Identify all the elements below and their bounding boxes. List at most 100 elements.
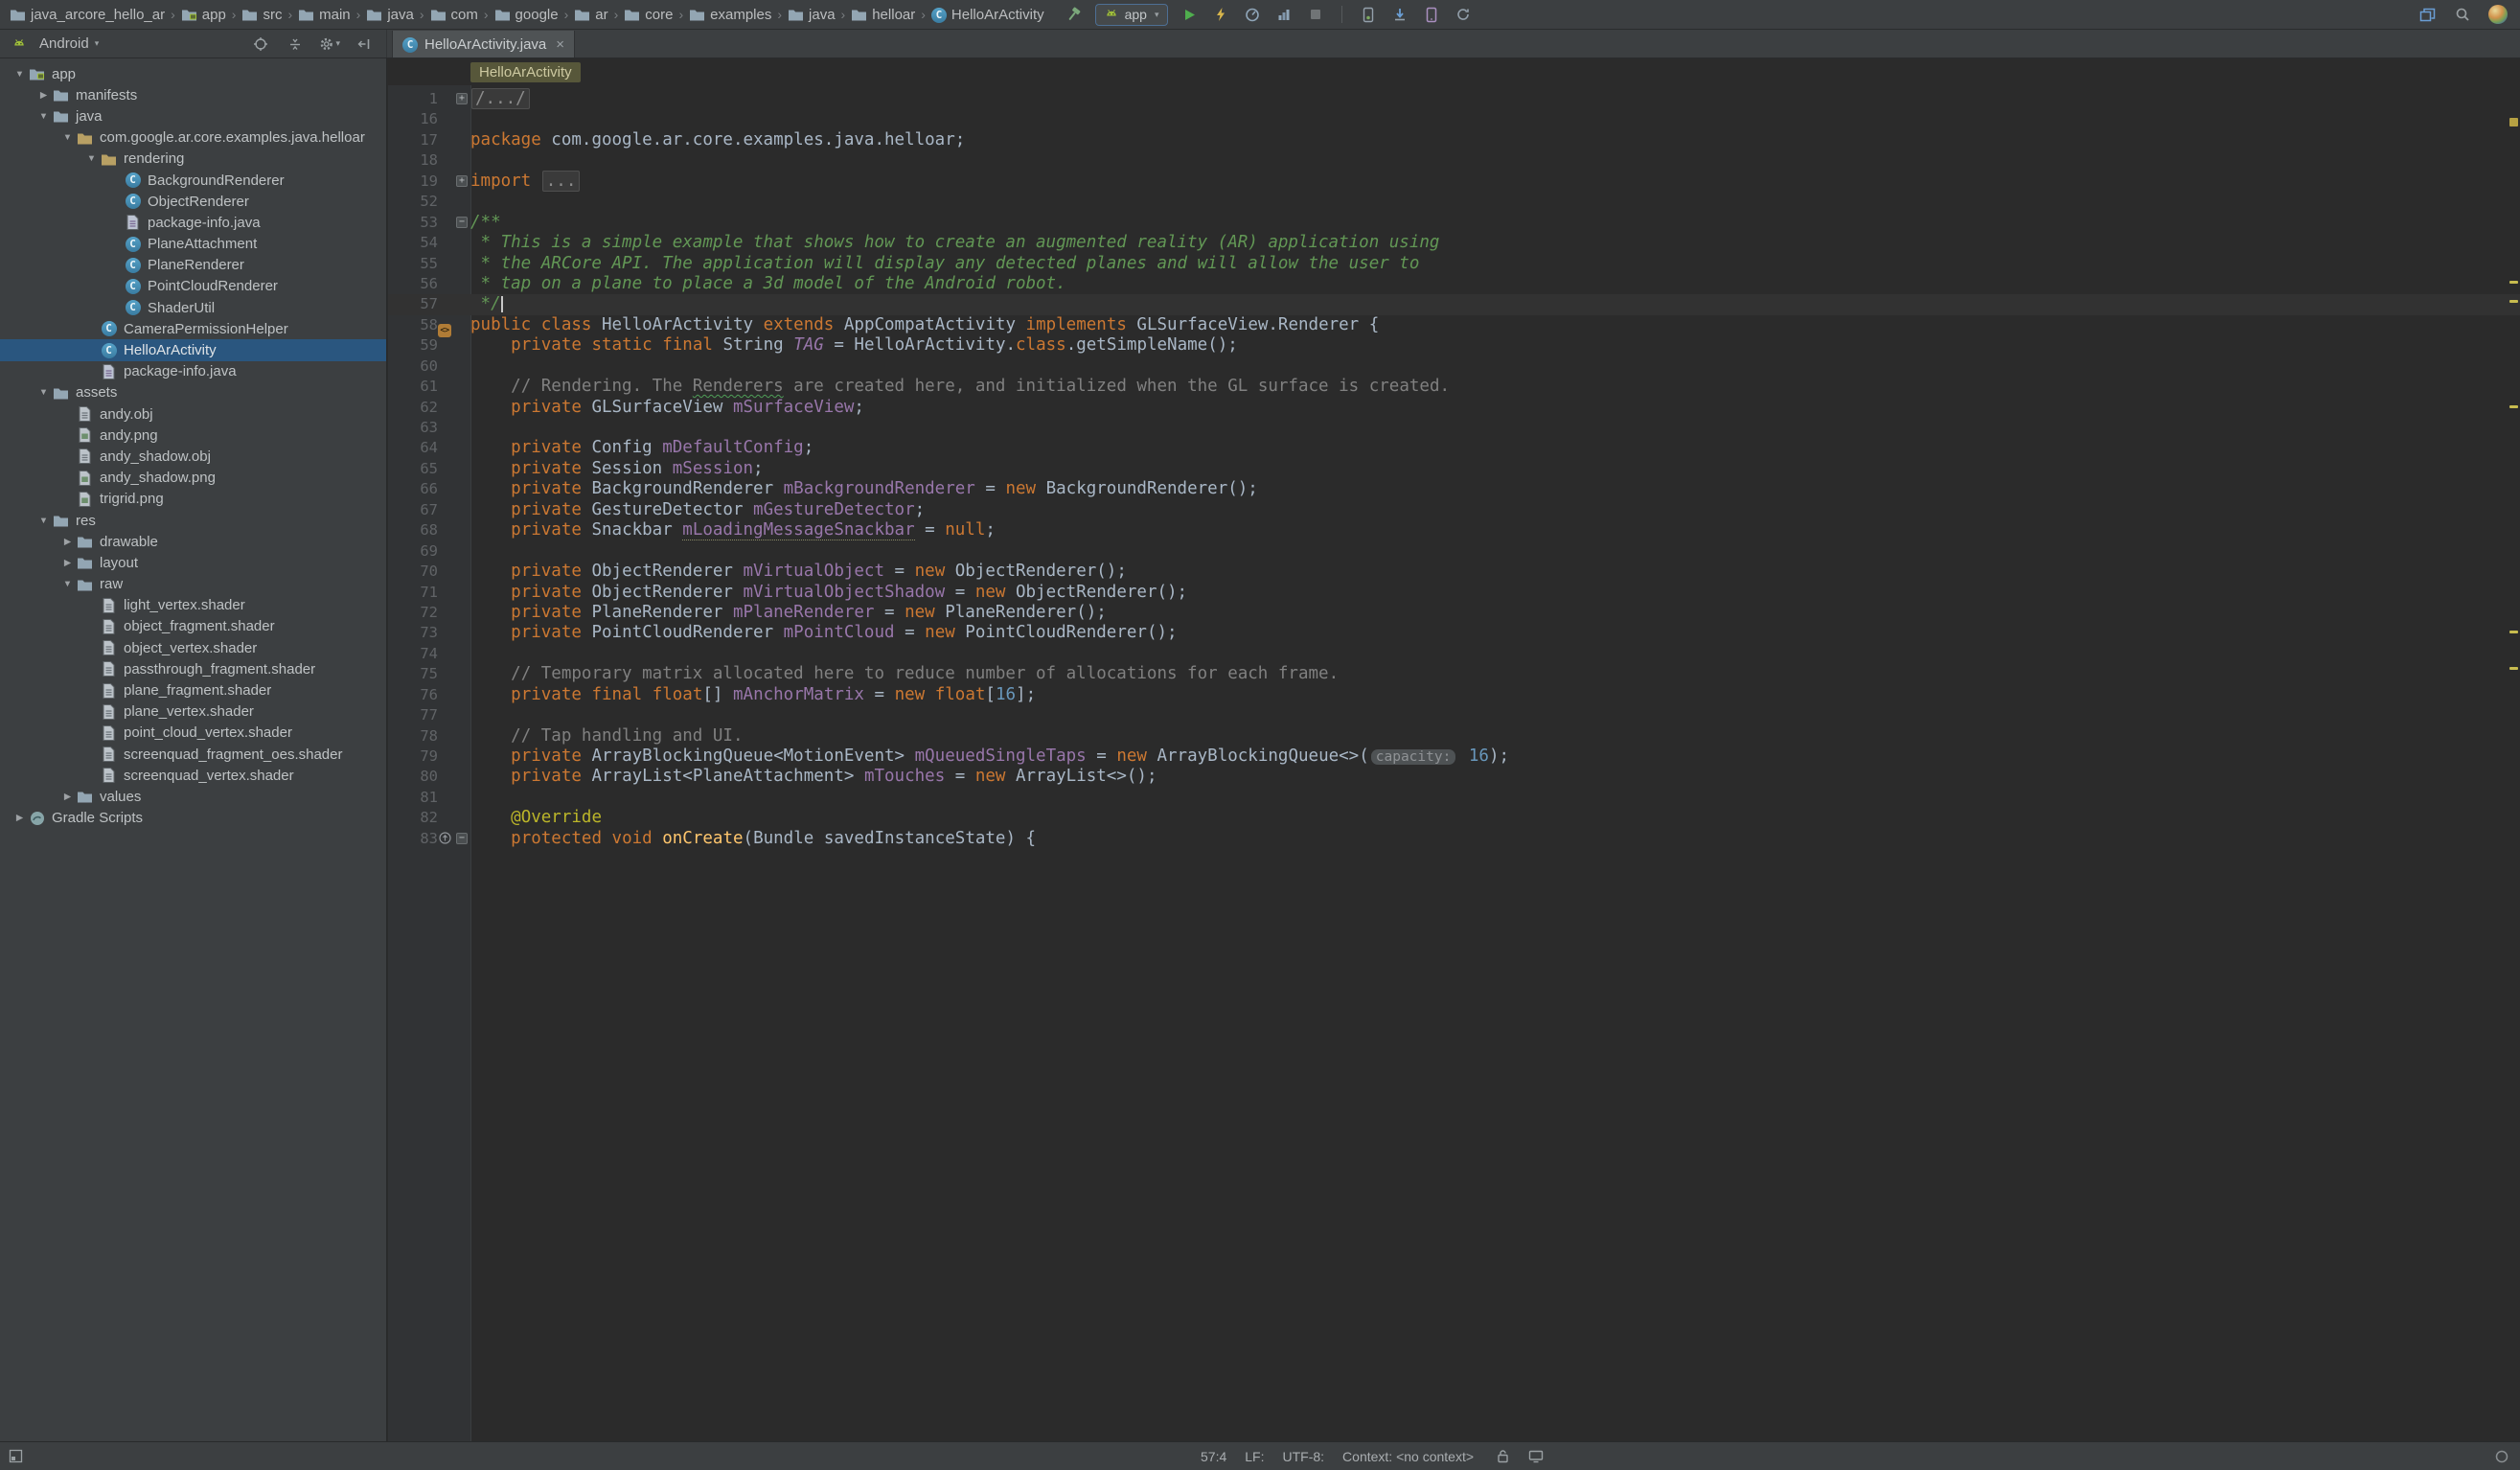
warning-stripe-mark[interactable] xyxy=(2509,631,2518,633)
tree-item-assets[interactable]: ▼assets xyxy=(0,382,386,403)
warning-stripe-mark[interactable] xyxy=(2509,667,2518,670)
code-line-60[interactable]: 60 xyxy=(388,356,2520,377)
breadcrumb-class-chip[interactable]: HelloArActivity xyxy=(470,62,581,82)
code-line-1[interactable]: 1+/.../ xyxy=(388,89,2520,109)
tree-item-planerenderer[interactable]: CPlaneRenderer xyxy=(0,255,386,276)
collapse-all-icon[interactable] xyxy=(285,34,306,55)
tree-item-pointcloudrenderer[interactable]: CPointCloudRenderer xyxy=(0,276,386,297)
run-button-icon[interactable] xyxy=(1179,4,1200,25)
breadcrumb-item-java[interactable]: java xyxy=(788,7,836,23)
breadcrumb-item-app[interactable]: app xyxy=(181,7,226,23)
code-line-83[interactable]: 83− protected void onCreate(Bundle saved… xyxy=(388,829,2520,849)
code-line-65[interactable]: 65 private Session mSession; xyxy=(388,459,2520,479)
hide-panel-icon[interactable] xyxy=(354,34,375,55)
caret-position[interactable]: 57:4 xyxy=(1201,1449,1226,1464)
background-tasks-icon[interactable] xyxy=(2494,1449,2509,1464)
warning-stripe-mark[interactable] xyxy=(2509,405,2518,408)
code-line-77[interactable]: 77 xyxy=(388,705,2520,725)
breadcrumb-item-main[interactable]: main xyxy=(298,7,351,23)
tree-item-object-vertex-shader[interactable]: object_vertex.shader xyxy=(0,637,386,658)
screen-share-icon[interactable] xyxy=(1525,1446,1546,1467)
code-line-82[interactable]: 82 @Override xyxy=(388,808,2520,828)
search-everywhere-icon[interactable] xyxy=(2452,4,2473,25)
tree-item-gradle-scripts[interactable]: ▶Gradle Scripts xyxy=(0,808,386,829)
code-line-17[interactable]: 17package com.google.ar.core.examples.ja… xyxy=(388,130,2520,150)
tree-expanded-arrow-icon[interactable]: ▼ xyxy=(35,111,52,122)
code-line-67[interactable]: 67 private GestureDetector mGestureDetec… xyxy=(388,500,2520,520)
code-line-58[interactable]: 58<>public class HelloArActivity extends… xyxy=(388,315,2520,335)
code-line-55[interactable]: 55 * the ARCore API. The application wil… xyxy=(388,254,2520,274)
code-line-54[interactable]: 54 * This is a simple example that shows… xyxy=(388,233,2520,253)
tree-collapsed-arrow-icon[interactable]: ▶ xyxy=(59,537,76,547)
error-stripe[interactable] xyxy=(2508,85,2520,1442)
inspections-indicator-icon[interactable] xyxy=(2509,118,2518,126)
code-line-18[interactable]: 18 xyxy=(388,150,2520,171)
code-line-72[interactable]: 72 private PlaneRenderer mPlaneRenderer … xyxy=(388,603,2520,623)
tree-item-point-cloud-vertex-shader[interactable]: point_cloud_vertex.shader xyxy=(0,723,386,744)
tree-collapsed-arrow-icon[interactable]: ▶ xyxy=(59,558,76,568)
tree-item-andy-shadow-png[interactable]: andy_shadow.png xyxy=(0,468,386,489)
tree-collapsed-arrow-icon[interactable]: ▶ xyxy=(35,90,52,101)
tree-item-java[interactable]: ▼java xyxy=(0,105,386,126)
code-line-53[interactable]: 53−/** xyxy=(388,213,2520,233)
line-separator[interactable]: LF: xyxy=(1245,1449,1264,1464)
tree-item-package-info-java[interactable]: package-info.java xyxy=(0,212,386,233)
code-line-71[interactable]: 71 private ObjectRenderer mVirtualObject… xyxy=(388,583,2520,603)
tree-collapsed-arrow-icon[interactable]: ▶ xyxy=(11,813,28,823)
profile-app-icon[interactable] xyxy=(1242,4,1263,25)
tree-item-res[interactable]: ▼res xyxy=(0,510,386,531)
code-line-76[interactable]: 76 private final float[] mAnchorMatrix =… xyxy=(388,685,2520,705)
code-line-57[interactable]: 57 */ xyxy=(388,294,2520,314)
code-line-74[interactable]: 74 xyxy=(388,644,2520,664)
code-line-73[interactable]: 73 private PointCloudRenderer mPointClou… xyxy=(388,623,2520,643)
tree-expanded-arrow-icon[interactable]: ▼ xyxy=(59,132,76,143)
tree-item-andy-obj[interactable]: andy.obj xyxy=(0,403,386,425)
project-view-selector[interactable]: Android xyxy=(39,35,89,52)
layout-windows-icon[interactable] xyxy=(2417,4,2438,25)
breadcrumb-item-helloar[interactable]: helloar xyxy=(851,7,915,23)
code-line-64[interactable]: 64 private Config mDefaultConfig; xyxy=(388,438,2520,458)
profiler-bars-icon[interactable] xyxy=(1273,4,1294,25)
code-line-16[interactable]: 16 xyxy=(388,109,2520,129)
sync-project-icon[interactable] xyxy=(1453,4,1474,25)
code-line-81[interactable]: 81 xyxy=(388,788,2520,808)
breadcrumb-item-google[interactable]: google xyxy=(494,7,559,23)
tree-expanded-arrow-icon[interactable]: ▼ xyxy=(83,153,100,164)
tree-item-planeattachment[interactable]: CPlaneAttachment xyxy=(0,234,386,255)
breadcrumb-item-ar[interactable]: ar xyxy=(574,7,607,23)
tree-item-drawable[interactable]: ▶drawable xyxy=(0,531,386,552)
tree-expanded-arrow-icon[interactable]: ▼ xyxy=(35,516,52,526)
tree-expanded-arrow-icon[interactable]: ▼ xyxy=(35,387,52,398)
tree-item-camerapermissionhelper[interactable]: CCameraPermissionHelper xyxy=(0,318,386,339)
code-line-63[interactable]: 63 xyxy=(388,418,2520,438)
code-line-59[interactable]: 59 private static final String TAG = Hel… xyxy=(388,335,2520,356)
code-line-70[interactable]: 70 private ObjectRenderer mVirtualObject… xyxy=(388,562,2520,582)
code-area[interactable]: 1+/.../1617package com.google.ar.core.ex… xyxy=(388,85,2520,1442)
stop-button-icon[interactable] xyxy=(1305,4,1326,25)
sdk-manager-icon[interactable] xyxy=(1389,4,1410,25)
locate-file-icon[interactable] xyxy=(250,34,271,55)
tree-item-screenquad-fragment-oes-shader[interactable]: screenquad_fragment_oes.shader xyxy=(0,744,386,765)
tree-item-raw[interactable]: ▼raw xyxy=(0,574,386,595)
close-icon[interactable]: × xyxy=(556,36,564,53)
code-line-61[interactable]: 61 // Rendering. The Renderers are creat… xyxy=(388,377,2520,397)
tree-expanded-arrow-icon[interactable]: ▼ xyxy=(11,69,28,80)
code-line-68[interactable]: 68 private Snackbar mLoadingMessageSnack… xyxy=(388,520,2520,540)
file-encoding[interactable]: UTF-8: xyxy=(1282,1449,1324,1464)
apply-changes-icon[interactable] xyxy=(1210,4,1231,25)
breadcrumb-item-core[interactable]: core xyxy=(624,7,673,23)
code-line-75[interactable]: 75 // Temporary matrix allocated here to… xyxy=(388,664,2520,684)
tree-item-app[interactable]: ▼app xyxy=(0,63,386,84)
fold-marker-icon[interactable]: − xyxy=(456,833,468,844)
breadcrumb-item-examples[interactable]: examples xyxy=(689,7,771,23)
tree-item-andy-png[interactable]: andy.png xyxy=(0,425,386,446)
tree-item-manifests[interactable]: ▶manifests xyxy=(0,84,386,105)
tree-item-shaderutil[interactable]: CShaderUtil xyxy=(0,297,386,318)
tree-item-object-fragment-shader[interactable]: object_fragment.shader xyxy=(0,616,386,637)
code-line-52[interactable]: 52 xyxy=(388,192,2520,212)
fold-marker-icon[interactable]: + xyxy=(456,93,468,104)
code-line-66[interactable]: 66 private BackgroundRenderer mBackgroun… xyxy=(388,479,2520,499)
code-line-19[interactable]: 19+import ... xyxy=(388,172,2520,192)
tree-item-values[interactable]: ▶values xyxy=(0,786,386,807)
warning-stripe-mark[interactable] xyxy=(2509,300,2518,303)
